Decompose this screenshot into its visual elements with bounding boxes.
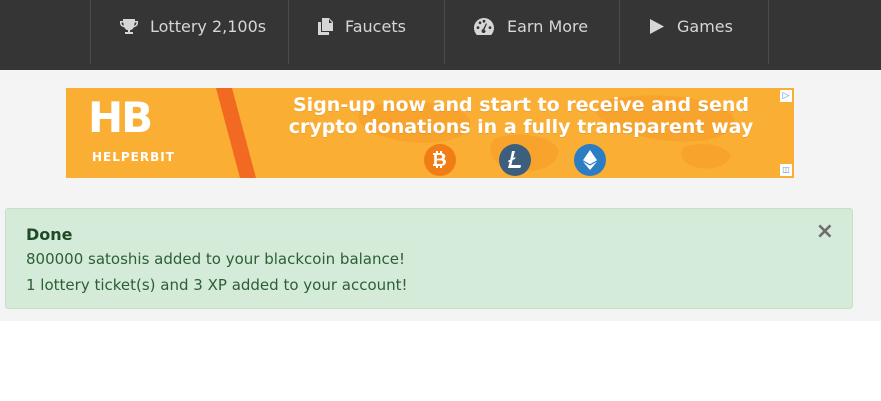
- play-icon: [650, 18, 664, 34]
- nav-separator: [768, 0, 769, 64]
- close-icon[interactable]: ×: [816, 221, 834, 243]
- logo-wordmark: HELPERBIT: [92, 150, 175, 164]
- logo-letters: HB: [88, 93, 153, 142]
- ethereum-icon: [574, 144, 606, 176]
- top-navbar: Lottery 2,100s Faucets Earn More Games: [0, 0, 881, 70]
- nav-item-earn-more[interactable]: Earn More: [473, 0, 588, 52]
- nav-item-faucets[interactable]: Faucets: [318, 0, 406, 52]
- ad-headline-line1: Sign-up now and start to receive and sen…: [293, 94, 749, 116]
- nav-item-lottery[interactable]: Lottery 2,100s: [120, 0, 266, 52]
- success-alert: Done 800000 satoshis added to your black…: [5, 208, 853, 309]
- nav-label-games: Games: [677, 16, 733, 36]
- alert-title: Done: [26, 225, 73, 244]
- bitcoin-icon: [424, 144, 456, 176]
- nav-separator: [444, 0, 445, 64]
- ad-close-icon[interactable]: ◫: [780, 164, 792, 176]
- nav-label-earn-more: Earn More: [507, 16, 589, 36]
- nav-label-faucets: Faucets: [345, 16, 406, 36]
- nav-separator: [90, 0, 91, 64]
- nav-separator: [288, 0, 289, 64]
- alert-message-balance: 800000 satoshis added to your blackcoin …: [26, 250, 405, 268]
- helperbit-ad-banner[interactable]: HB HELPERBIT Sign-up now and start to re…: [66, 88, 794, 178]
- speedometer-icon: [474, 18, 494, 35]
- nav-item-games[interactable]: Games: [649, 0, 733, 52]
- alert-message-rewards: 1 lottery ticket(s) and 3 XP added to yo…: [26, 276, 408, 294]
- nav-label-lottery: Lottery 2,100s: [150, 16, 267, 36]
- copy-icon: [318, 17, 333, 35]
- main-content: HB HELPERBIT Sign-up now and start to re…: [0, 70, 881, 321]
- trophy-icon: [120, 19, 138, 34]
- helperbit-logo: HB HELPERBIT: [66, 88, 226, 178]
- ad-headline-line2: crypto donations in a fully transparent …: [288, 116, 754, 138]
- ad-choices-icon[interactable]: ▷: [780, 90, 792, 102]
- litecoin-icon: [499, 144, 531, 176]
- ad-headline: Sign-up now and start to receive and sen…: [256, 94, 786, 138]
- nav-separator: [619, 0, 620, 64]
